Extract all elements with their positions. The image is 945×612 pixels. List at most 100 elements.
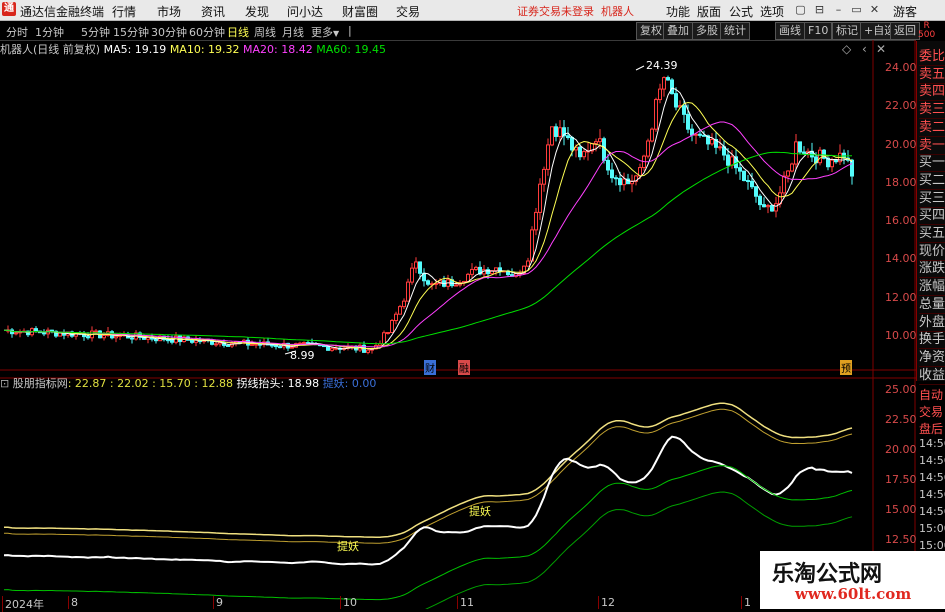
current-stock-name: 机器人: [601, 5, 634, 18]
menu-options[interactable]: 选项: [760, 3, 784, 20]
high-pointer: [635, 65, 645, 71]
trade-login-status[interactable]: 证券交易未登录 机器人: [517, 3, 634, 19]
candle: [818, 146, 822, 166]
candle: [838, 144, 842, 165]
menu-discover[interactable]: 发现: [245, 3, 269, 20]
price-tick: 22.00: [885, 99, 917, 113]
candle: [694, 132, 698, 144]
time-tick: 8: [68, 596, 78, 609]
indicator-tick: 15.00: [885, 503, 917, 516]
menu-function[interactable]: 功能: [666, 3, 690, 20]
candle: [46, 327, 50, 339]
ma5-line: [3, 87, 853, 350]
maximize-icon[interactable]: ▭: [849, 2, 864, 17]
minimize-icon[interactable]: –: [831, 2, 846, 17]
candle: [26, 330, 30, 338]
trade-option[interactable]: 交易: [919, 403, 943, 420]
close-icon[interactable]: ✕: [867, 2, 882, 17]
event-marker-forecast[interactable]: 预: [840, 360, 852, 375]
menu-market[interactable]: 市场: [157, 3, 181, 20]
candle: [94, 329, 98, 333]
window-restore-icon[interactable]: ▢: [793, 2, 808, 17]
indicator-lower-line-2: [425, 491, 853, 609]
menu-quotes[interactable]: 行情: [112, 3, 136, 20]
indicator-signal: 提妖: 0.00: [322, 377, 377, 390]
indicator-tick: 20.00: [885, 443, 917, 456]
candle: [554, 123, 558, 142]
candle: [662, 76, 666, 97]
candle: [426, 279, 430, 287]
period-daily[interactable]: 日线: [227, 24, 249, 40]
trade-option[interactable]: 自动: [919, 386, 943, 403]
period-1min[interactable]: 1分钟: [35, 24, 64, 40]
period-15min[interactable]: 15分钟: [113, 24, 149, 40]
period-monthly[interactable]: 月线: [282, 24, 304, 40]
kline-chart[interactable]: [0, 40, 916, 609]
indicator-turning: 拐线抬头: 18.98: [236, 377, 320, 390]
quote-field[interactable]: 收益: [919, 364, 945, 385]
candle: [402, 298, 406, 310]
period-30min[interactable]: 30分钟: [151, 24, 187, 40]
back-button[interactable]: 返回: [890, 22, 920, 40]
candle: [406, 278, 410, 302]
candle: [786, 170, 790, 183]
low-annotation: 8.99: [290, 349, 315, 362]
watermark-title: 乐淘公式网: [772, 562, 883, 587]
candle: [534, 207, 538, 236]
menu-layout[interactable]: 版面: [697, 3, 721, 20]
time-tick: 9: [213, 596, 223, 609]
ma10-line: [3, 101, 853, 349]
candle: [390, 319, 394, 334]
window-help-icon[interactable]: ⊟: [812, 2, 827, 17]
mark-button[interactable]: 标记: [832, 22, 862, 40]
candle: [226, 344, 230, 347]
candle: [670, 78, 674, 95]
app-logo-icon: 通: [2, 2, 16, 16]
menu-wealth-circle[interactable]: 财富圈: [342, 3, 378, 20]
menu-formula[interactable]: 公式: [729, 3, 753, 20]
candle: [526, 257, 530, 267]
overlay-button[interactable]: 叠加: [663, 22, 693, 40]
candle: [742, 170, 746, 182]
period-5min[interactable]: 5分钟: [81, 24, 110, 40]
period-more[interactable]: 更多▼: [311, 24, 339, 40]
draw-line-button[interactable]: 画线: [775, 22, 805, 40]
indicator-window-icon[interactable]: ⊡: [0, 377, 9, 390]
period-intraday[interactable]: 分时: [6, 24, 28, 40]
tick-time: 14:56: [919, 488, 945, 501]
indicator-tick: 12.50: [885, 533, 917, 546]
period-60min[interactable]: 60分钟: [189, 24, 225, 40]
time-tick: 10: [340, 596, 357, 609]
adjust-button[interactable]: 复权: [636, 22, 666, 40]
event-marker-finance[interactable]: 财: [424, 360, 436, 375]
menu-trade[interactable]: 交易: [396, 3, 420, 20]
candle: [802, 146, 806, 156]
period-weekly[interactable]: 周线: [254, 24, 276, 40]
f10-button[interactable]: F10: [804, 22, 833, 40]
menu-news[interactable]: 资讯: [201, 3, 225, 20]
time-tick: 1: [741, 596, 751, 609]
candle: [626, 173, 630, 185]
candle: [822, 149, 826, 160]
menu-assistant[interactable]: 问小达: [287, 3, 323, 20]
toolbar-separator: |: [348, 24, 352, 37]
ma20-line: [3, 121, 853, 348]
indicator-tick: 17.50: [885, 473, 917, 486]
watermark-url: www.60lt.com: [795, 585, 912, 603]
candle: [710, 133, 714, 146]
candle: [622, 172, 626, 191]
candle: [850, 158, 854, 185]
tick-time: 14:56: [919, 471, 945, 484]
candle: [442, 275, 446, 288]
guest-user[interactable]: 游客: [893, 3, 917, 20]
signal-label-1: 提妖: [337, 540, 359, 553]
candle: [590, 142, 594, 154]
trade-option[interactable]: 盘后: [919, 420, 943, 437]
tick-time: 15:00: [919, 522, 945, 535]
price-tick: 16.00: [885, 214, 917, 228]
statistics-button[interactable]: 统计: [720, 22, 750, 40]
event-marker-margin[interactable]: 融: [458, 360, 470, 375]
multi-stock-button[interactable]: 多股: [692, 22, 722, 40]
candle: [582, 149, 586, 160]
chevron-down-icon: ▼: [333, 29, 340, 38]
